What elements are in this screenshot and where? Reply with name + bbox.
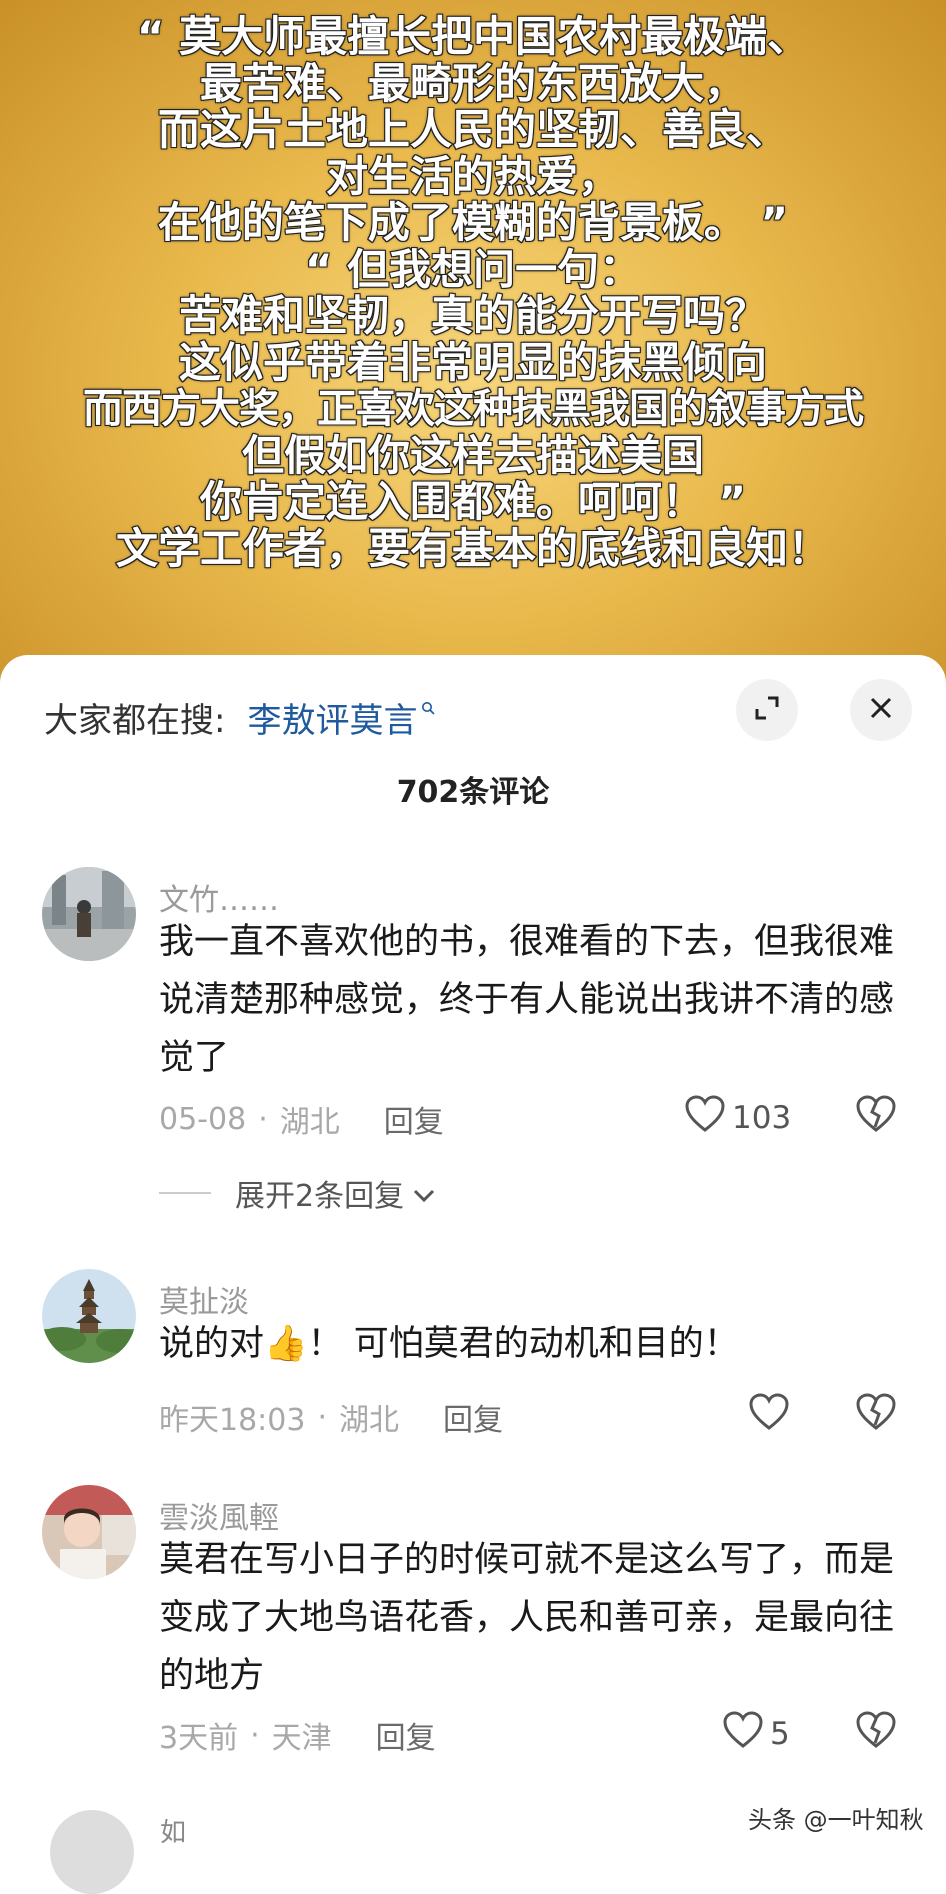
avatar[interactable]: [42, 867, 136, 961]
meta-separator: ·: [317, 1399, 328, 1435]
comments-sheet: 大家都在搜: 李敖评莫言 702条评论 文竹…… 我一直不喜欢他的书，很难看的下…: [0, 655, 946, 1831]
dislike-button[interactable]: [856, 1393, 896, 1435]
banner-line: 你肯定连入围都难。呵呵！ ”: [199, 477, 747, 526]
comment-meta: 05-08 · 湖北 回复: [159, 1097, 444, 1141]
comment-text: 我一直不喜欢他的书，很难看的下去，但我很难说清楚那种感觉，终于有人能说出我讲不清…: [159, 922, 895, 1078]
trending-search-link[interactable]: 李敖评莫言: [247, 693, 417, 742]
close-button[interactable]: [850, 679, 912, 741]
expand-button[interactable]: [736, 679, 798, 741]
comment-text: 莫君在写小日子的时候可就不是这么写了，而是变成了大地鸟语花香，人民和善可亲，是最…: [159, 1540, 895, 1696]
banner-line: “ 莫大师最擅长把中国农村最极端、: [136, 12, 810, 61]
dislike-button[interactable]: [856, 1711, 896, 1753]
comment-location: 湖北: [279, 1105, 340, 1140]
avatar[interactable]: [42, 1269, 136, 1363]
banner-line: 最苦难、最畸形的东西放大，: [199, 58, 747, 108]
comment-count: 702条评论: [396, 775, 550, 810]
like-count: 5: [770, 1716, 790, 1752]
close-icon: [869, 696, 893, 724]
like-button[interactable]: 5: [722, 1711, 790, 1757]
broken-heart-icon: [856, 1711, 896, 1753]
comment-location: 湖北: [339, 1403, 400, 1438]
thumbs-up-emoji: 👍: [264, 1324, 308, 1364]
comment-text-part: 说的对: [159, 1324, 265, 1364]
banner-line: 而这片土地上人民的坚韧、善良、: [157, 105, 789, 154]
expand-icon: [754, 695, 780, 725]
trending-search: 大家都在搜: 李敖评莫言: [44, 687, 436, 747]
comment-meta: 昨天18:03 · 湖北 回复: [159, 1395, 503, 1439]
banner-line: 在他的笔下成了模糊的背景板。 ”: [157, 198, 789, 247]
avatar[interactable]: [50, 1810, 134, 1894]
chevron-down-icon: [412, 1176, 436, 1211]
expand-replies-label: 展开2条回复: [235, 1179, 405, 1214]
broken-heart-icon: [856, 1095, 896, 1137]
dislike-button[interactable]: [856, 1095, 896, 1137]
meta-separator: ·: [250, 1717, 260, 1753]
banner-text: “ 莫大师最擅长把中国农村最极端、 最苦难、最畸形的东西放大， 而这片土地上人民…: [0, 12, 946, 573]
divider-line: [159, 1192, 211, 1194]
comment-meta: 3天前 · 天津 回复: [159, 1713, 436, 1757]
like-button[interactable]: 103: [684, 1095, 791, 1141]
expand-replies-button[interactable]: 展开2条回复: [159, 1171, 436, 1215]
like-button[interactable]: [748, 1393, 796, 1439]
reply-button[interactable]: 回复: [376, 1713, 436, 1757]
meta-separator: ·: [258, 1101, 268, 1137]
post-banner-image: “ 莫大师最擅长把中国农村最极端、 最苦难、最畸形的东西放大， 而这片土地上人民…: [0, 0, 946, 690]
heart-icon: [722, 1711, 770, 1757]
comment-date: 3天前: [159, 1721, 239, 1756]
heart-icon: [684, 1095, 732, 1141]
heart-icon: [748, 1393, 796, 1439]
banner-line: 文学工作者，要有基本的底线和良知！: [115, 523, 831, 573]
banner-line: 苦难和坚韧，真的能分开写吗？: [178, 291, 768, 340]
reply-button[interactable]: 回复: [384, 1097, 444, 1141]
reply-button[interactable]: 回复: [443, 1395, 503, 1439]
comment-text-part: ！ 可怕莫君的动机和目的！: [307, 1324, 739, 1364]
banner-line: “ 但我想问一句：: [304, 244, 642, 294]
trending-search-label: 大家都在搜:: [44, 700, 226, 741]
search-icon: [421, 700, 436, 715]
avatar[interactable]: [42, 1485, 136, 1579]
source-watermark: 头条 @一叶知秋: [748, 1806, 924, 1834]
like-count: 103: [732, 1100, 792, 1136]
banner-line: 对生活的热爱，: [325, 151, 621, 201]
broken-heart-icon: [856, 1393, 896, 1435]
comment-date: 05-08: [159, 1101, 247, 1137]
comment-text: 说的对👍！ 可怕莫君的动机和目的！: [159, 1315, 899, 1373]
banner-line: 这似乎带着非常明显的抹黑倾向: [178, 337, 768, 387]
comment-date: 昨天18:03: [159, 1403, 306, 1438]
comment-location: 天津: [271, 1721, 332, 1756]
banner-line: 而西方大奖，正喜欢这种抹黑我国的叙事方式: [82, 385, 865, 433]
banner-line: 但假如你这样去描述美国: [241, 430, 705, 480]
